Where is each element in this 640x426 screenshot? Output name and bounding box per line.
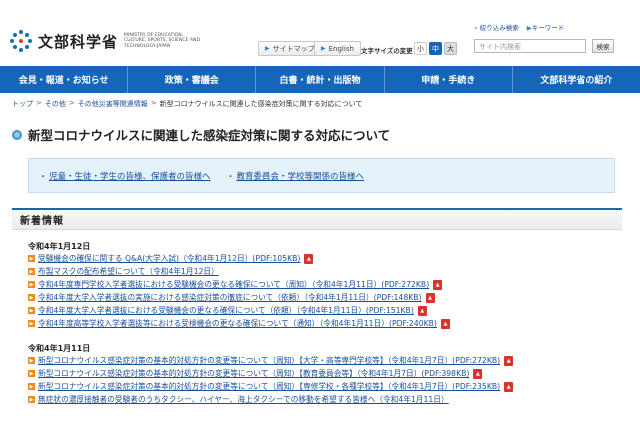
bullet-dot: ・	[226, 171, 235, 181]
logo-mark-icon	[10, 30, 32, 52]
keyword-link[interactable]: ▶キーワード	[527, 22, 565, 33]
list-item: ▶ 新型コロナウイルス感染症対策の基本的対処方針の変更等について（周知）【大学・…	[28, 355, 514, 366]
nav-item-applications[interactable]: 申請・手続き	[385, 66, 513, 93]
list-item: ▶ 新型コロナウイルス感染症対策の基本的対処方針の変更等について（周知）【専修学…	[28, 381, 514, 392]
arrow-right-icon: ▶	[265, 45, 270, 52]
audience-link-boards-wrap: ・教育委員会・学校等関係の皆様へ	[227, 170, 365, 182]
refine-search-link[interactable]: ⌕ 絞り込み検索	[474, 22, 519, 33]
global-nav: 会見・報道・お知らせ 政策・審議会 白書・統計・出版物 申請・手続き 文部科学省…	[0, 66, 640, 93]
news-date: 令和4年1月11日	[28, 344, 91, 353]
bullet-dot: ・	[39, 171, 47, 181]
pdf-icon: ▲	[504, 355, 514, 366]
pdf-icon: ▲	[304, 253, 314, 264]
font-large-button[interactable]: 大	[444, 42, 457, 55]
audience-link-students-wrap: ・児童・生徒・学生の皆様、保護者の皆様へ	[39, 170, 211, 182]
refine-search-label: 絞り込み検索	[479, 24, 519, 32]
news-heading: 新着情報	[12, 208, 622, 230]
breadcrumb-separator: >	[150, 99, 157, 107]
pdf-icon: ▲	[473, 368, 483, 379]
news-link[interactable]: 令和4年度大学入学者選抜における受験機会の更なる確保について（依頼）（令和4年1…	[38, 305, 414, 316]
sitemap-button[interactable]: ▶ サイトマップ	[258, 41, 322, 56]
pdf-icon: ▲	[504, 381, 514, 392]
list-item: ▶ 受験機会の確保に関する Q&A(大学入試)（令和4年1月12日）(PDF:1…	[28, 253, 314, 264]
orange-arrow-bullet-icon: ▶	[28, 370, 35, 377]
list-item: ▶ 無症状の濃厚接触者の受験者のうちタクシー、ハイヤー、海上タクシーでの移動を希…	[28, 394, 449, 405]
arrow-right-icon: ▶	[321, 45, 326, 52]
list-item: ▶ 布製マスクの配布希望について（令和4年1月12日）	[28, 266, 219, 277]
orange-arrow-bullet-icon: ▶	[28, 268, 35, 275]
english-button[interactable]: ▶ English	[314, 41, 361, 56]
font-small-button[interactable]: 小	[414, 42, 427, 55]
list-item: ▶ 新型コロナウイルス感染症対策の基本的対処方針の変更等について（周知）【教育委…	[28, 368, 483, 379]
nav-item-policy[interactable]: 政策・審議会	[128, 66, 257, 93]
orange-arrow-bullet-icon: ▶	[28, 294, 35, 301]
breadcrumb-top[interactable]: トップ	[12, 99, 33, 109]
breadcrumb-separator: >	[36, 99, 42, 107]
english-label: English	[328, 44, 354, 53]
search-area: ⌕ 絞り込み検索 ▶キーワード サイト内検索 検索	[468, 22, 620, 62]
news-link[interactable]: 新型コロナウイルス感染症対策の基本的対処方針の変更等について（周知）【大学・高等…	[38, 355, 500, 366]
orange-arrow-bullet-icon: ▶	[28, 320, 35, 327]
news-link[interactable]: 令和4年度大学入学者選抜の実施における感染症対策の徹底について（依頼）（令和4年…	[38, 292, 422, 303]
pdf-icon: ▲	[440, 318, 450, 329]
list-item: ▶ 令和4年度専門学校入学者選抜における受験機会の更なる確保について（周知）（令…	[28, 279, 443, 290]
orange-arrow-bullet-icon: ▶	[28, 281, 35, 288]
font-medium-button[interactable]: 中	[429, 42, 442, 55]
breadcrumb: トップ > その他 > その他災害等関連情報 > 新型コロナウイルスに関連した感…	[12, 99, 362, 109]
news-link[interactable]: 無症状の濃厚接触者の受験者のうちタクシー、ハイヤー、海上タクシーでの移動を希望す…	[38, 394, 449, 405]
breadcrumb-disaster[interactable]: その他災害等関連情報	[78, 99, 148, 109]
keyword-label: キーワード	[531, 24, 565, 32]
orange-arrow-bullet-icon: ▶	[28, 357, 35, 364]
news-link[interactable]: 受験機会の確保に関する Q&A(大学入試)（令和4年1月12日）(PDF:105…	[38, 253, 300, 264]
nav-item-press[interactable]: 会見・報道・お知らせ	[0, 66, 129, 93]
list-item: ▶ 令和4年度大学入学者選抜における受験機会の更なる確保について（依頼）（令和4…	[28, 305, 427, 316]
nav-item-about[interactable]: 文部科学省の紹介	[513, 66, 640, 93]
orange-arrow-bullet-icon: ▶	[28, 396, 35, 403]
logo-english-name: MINISTRY OF EDUCATION, CULTURE, SPORTS, …	[124, 32, 200, 49]
font-size-label: 文字サイズの変更	[361, 47, 413, 55]
news-link[interactable]: 新型コロナウイルス感染症対策の基本的対処方針の変更等について（周知）【教育委員会…	[38, 368, 469, 379]
orange-arrow-bullet-icon: ▶	[28, 255, 35, 262]
news-link[interactable]: 新型コロナウイルス感染症対策の基本的対処方針の変更等について（周知）【専修学校・…	[38, 381, 500, 392]
audience-link-students[interactable]: 児童・生徒・学生の皆様、保護者の皆様へ	[49, 172, 211, 182]
site-header: 文部科学省 MINISTRY OF EDUCATION, CULTURE, SP…	[0, 0, 640, 66]
breadcrumb-separator: >	[68, 99, 75, 107]
sitemap-label: サイトマップ	[272, 44, 315, 53]
page-title: 新型コロナウイルスに関連した感染症対策に関する対応について	[28, 128, 391, 143]
audience-link-boards[interactable]: 教育委員会・学校等関係の皆様へ	[237, 172, 365, 182]
search-button[interactable]: 検索	[592, 39, 614, 53]
pdf-icon: ▲	[433, 279, 443, 290]
orange-arrow-bullet-icon: ▶	[28, 383, 35, 390]
list-item: ▶ 令和4年度大学入学者選抜の実施における感染症対策の徹底について（依頼）（令和…	[28, 292, 435, 303]
magnifier-icon: ⌕	[474, 24, 478, 32]
pdf-icon: ▲	[425, 292, 435, 303]
pdf-icon: ▲	[417, 305, 427, 316]
news-link[interactable]: 令和4年度専門学校入学者選抜における受験機会の更なる確保について（周知）（令和4…	[38, 279, 429, 290]
search-input[interactable]: サイト内検索	[474, 39, 586, 53]
title-circle-icon	[12, 129, 22, 140]
breadcrumb-current: 新型コロナウイルスに関連した感染症対策に関する対応について	[159, 100, 363, 108]
breadcrumb-other[interactable]: その他	[45, 99, 66, 109]
nav-item-publications[interactable]: 白書・統計・出版物	[256, 66, 385, 93]
site-logo[interactable]: 文部科学省 MINISTRY OF EDUCATION, CULTURE, SP…	[10, 30, 206, 52]
page-title-block: 新型コロナウイルスに関連した感染症対策に関する対応について	[12, 125, 390, 144]
orange-arrow-bullet-icon: ▶	[28, 307, 35, 314]
list-item: ▶ 令和4年度高等学校入学者選抜等における受検機会の更なる確保について（通知）（…	[28, 318, 450, 329]
news-link[interactable]: 布製マスクの配布希望について（令和4年1月12日）	[38, 266, 219, 277]
search-links: ⌕ 絞り込み検索 ▶キーワード	[474, 22, 620, 33]
news-link[interactable]: 令和4年度高等学校入学者選抜等における受検機会の更なる確保について（通知）（令和…	[38, 318, 437, 329]
logo-title: 文部科学省	[38, 32, 119, 51]
news-date: 令和4年1月12日	[28, 242, 91, 251]
audience-link-box: ・児童・生徒・学生の皆様、保護者の皆様へ ・教育委員会・学校等関係の皆様へ	[28, 158, 615, 193]
